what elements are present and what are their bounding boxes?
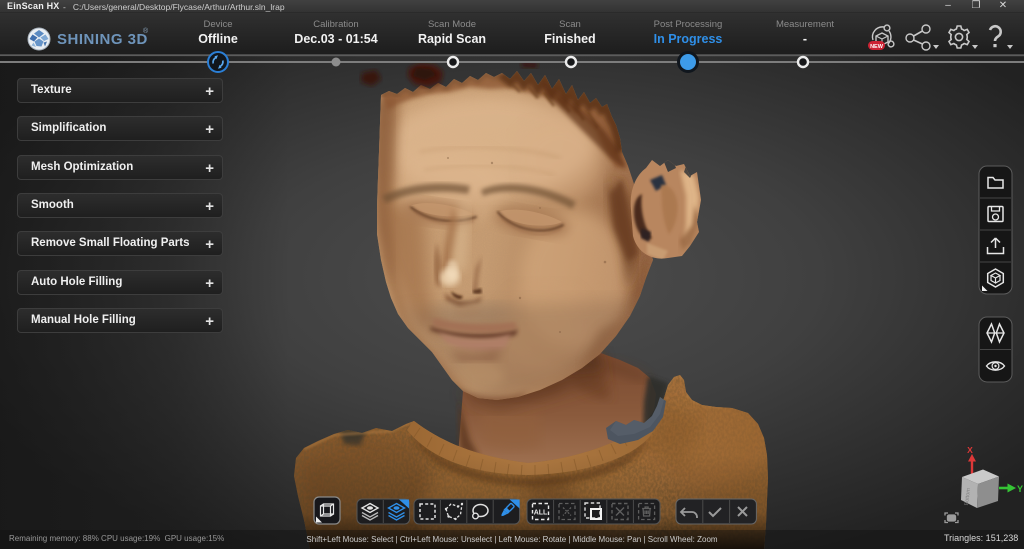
svg-text:ALL: ALL	[534, 509, 548, 516]
svg-text:NEW: NEW	[870, 44, 884, 50]
svg-text:Y: Y	[1017, 484, 1023, 494]
svg-text:®: ®	[143, 27, 149, 35]
svg-text:X: X	[967, 445, 973, 455]
svg-text:SHINING 3D: SHINING 3D	[57, 31, 148, 48]
